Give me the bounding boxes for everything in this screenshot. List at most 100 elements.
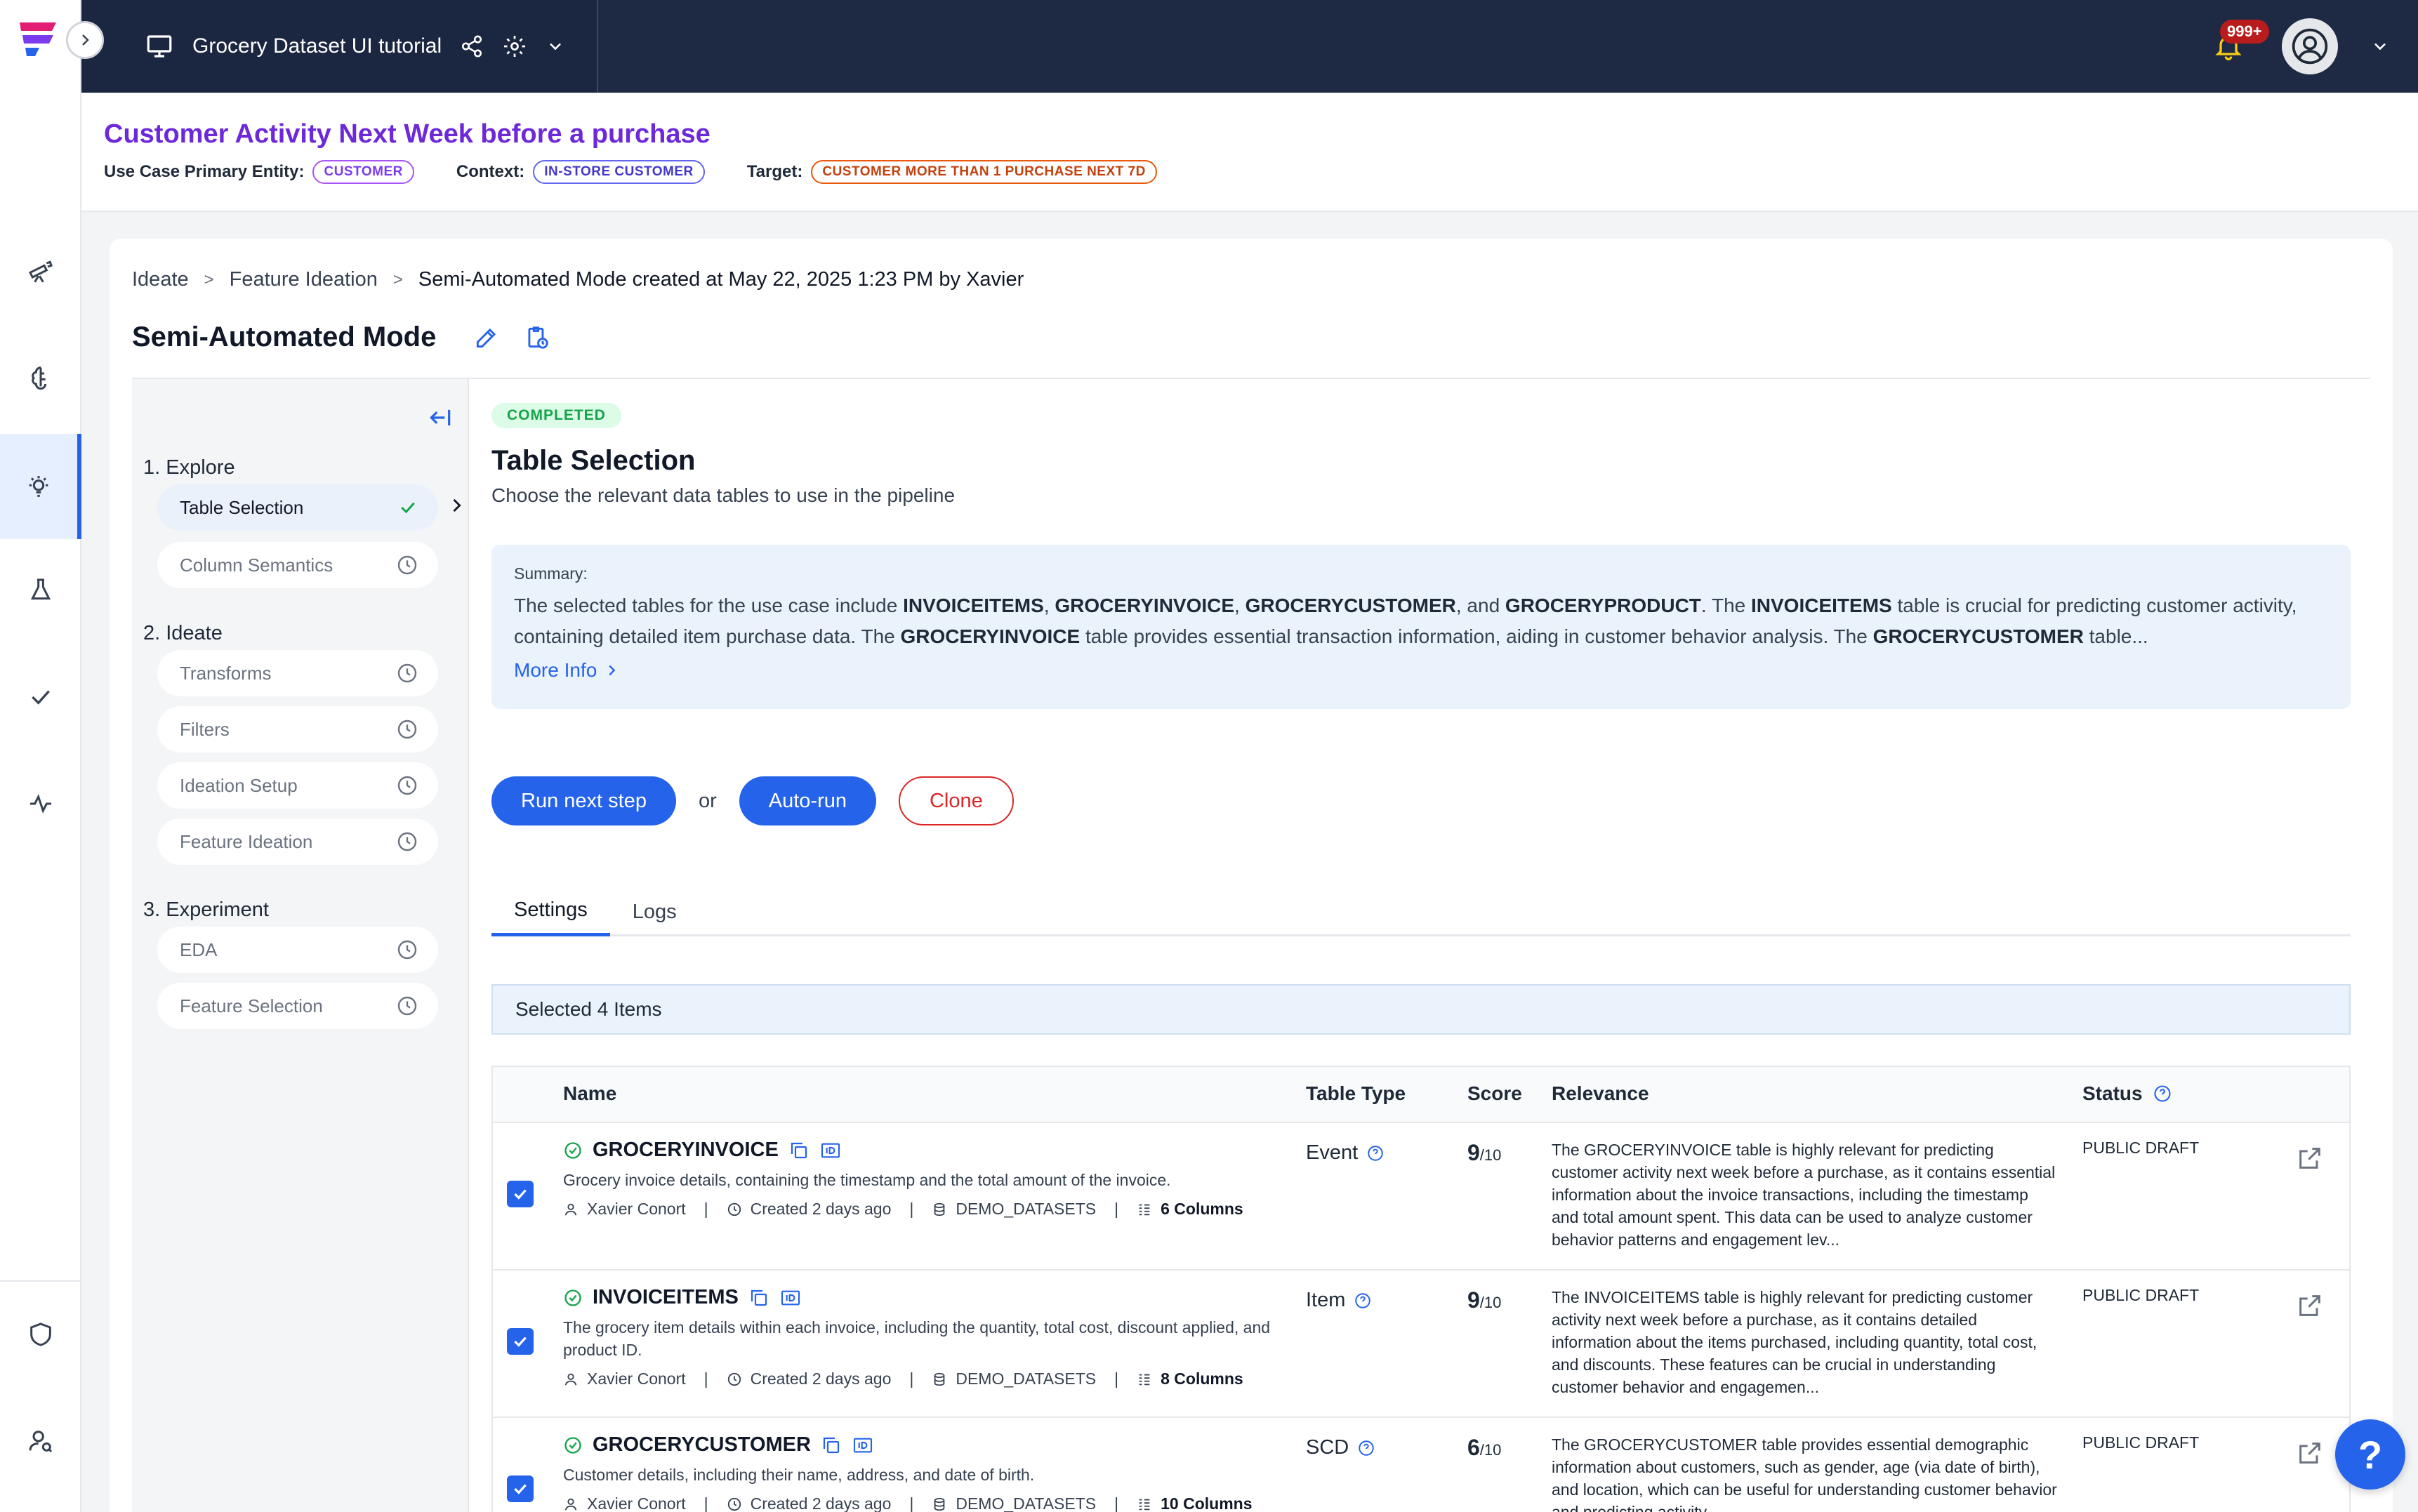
more-info-link[interactable]: More Info (514, 659, 2328, 682)
selected-items-bar: Selected 4 Items (491, 984, 2351, 1035)
shield-icon[interactable] (0, 1282, 81, 1387)
clone-button[interactable]: Clone (898, 776, 1014, 825)
brain-icon[interactable] (0, 324, 81, 430)
row-checkbox[interactable] (507, 1328, 534, 1355)
created: Created 2 days ago (750, 1494, 892, 1512)
header-status[interactable]: Status (2082, 1082, 2172, 1105)
app-logo-icon[interactable] (15, 15, 65, 65)
source: DEMO_DATASETS (956, 1494, 1097, 1512)
table-row[interactable]: GROCERYINVOICE Grocery invoice details, … (493, 1123, 2349, 1271)
relevance-text: The INVOICEITEMS table is highly relevan… (1552, 1288, 2037, 1396)
id-icon[interactable] (852, 1434, 874, 1457)
user-avatar[interactable] (2282, 18, 2338, 74)
columns-icon (1139, 1204, 1150, 1215)
column-count[interactable]: 8 Columns (1161, 1370, 1243, 1388)
telescope-icon[interactable] (0, 218, 81, 323)
copy-icon[interactable] (821, 1435, 842, 1456)
breadcrumb-feature-ideation[interactable]: Feature Ideation (230, 268, 378, 291)
notifications-button[interactable]: 999+ (2207, 20, 2269, 67)
table-name[interactable]: INVOICEITEMS (593, 1286, 739, 1309)
table-row[interactable]: INVOICEITEMS The grocery item details wi… (493, 1271, 2349, 1418)
help-circle-icon[interactable] (2153, 1084, 2172, 1103)
header-name[interactable]: Name (563, 1082, 616, 1105)
chevron-down-icon[interactable] (546, 37, 565, 56)
row-checkbox[interactable] (507, 1475, 534, 1502)
target-pill[interactable]: CUSTOMER MORE THAN 1 PURCHASE NEXT 7D (811, 160, 1157, 184)
header-relevance[interactable]: Relevance (1552, 1082, 1649, 1105)
use-case-title[interactable]: Customer Activity Next Week before a pur… (104, 119, 711, 150)
tab-logs[interactable]: Logs (610, 887, 699, 936)
check-circle-icon (564, 1289, 581, 1306)
step-eda[interactable]: EDA (157, 927, 438, 973)
pending-clock-icon (397, 663, 417, 683)
checkmark-icon[interactable] (0, 644, 81, 750)
edit-icon[interactable] (473, 324, 500, 351)
step-group-experiment: 3. Experiment (143, 898, 269, 921)
lightbulb-icon[interactable] (0, 434, 81, 539)
project-selector[interactable]: Grocery Dataset UI tutorial (81, 0, 598, 93)
user-icon (564, 1498, 577, 1511)
pending-clock-icon (397, 555, 417, 575)
column-count[interactable]: 6 Columns (1161, 1200, 1243, 1219)
step-label: Filters (180, 718, 230, 740)
share-icon[interactable] (460, 34, 484, 58)
user-icon (564, 1203, 577, 1216)
open-external-button[interactable] (2296, 1292, 2324, 1323)
database-icon (934, 1202, 945, 1216)
header-table-type[interactable]: Table Type (1306, 1082, 1406, 1105)
primary-entity-pill[interactable]: CUSTOMER (312, 160, 414, 184)
page-title: Semi-Automated Mode (132, 321, 437, 352)
gear-icon[interactable] (502, 34, 527, 59)
breadcrumb-current: Semi-Automated Mode created at May 22, 2… (418, 268, 1024, 291)
expand-sidebar-button[interactable] (66, 21, 104, 59)
step-ideation-setup[interactable]: Ideation Setup (157, 762, 438, 809)
run-next-step-button[interactable]: Run next step (491, 776, 676, 825)
project-title: Grocery Dataset UI tutorial (192, 34, 442, 58)
step-feature-ideation[interactable]: Feature Ideation (157, 818, 438, 865)
account-menu-chevron-icon[interactable] (2370, 37, 2390, 56)
step-transforms[interactable]: Transforms (157, 650, 438, 696)
step-column-semantics[interactable]: Column Semantics (157, 542, 438, 588)
owner: Xavier Conort (587, 1370, 686, 1388)
id-icon[interactable] (779, 1287, 802, 1309)
copy-icon[interactable] (788, 1140, 810, 1161)
tab-settings[interactable]: Settings (491, 887, 610, 936)
auto-run-button[interactable]: Auto-run (739, 776, 876, 825)
clipboard-clock-icon[interactable] (524, 324, 550, 351)
steps-panel: 1. Explore Table Selection Column Semant… (132, 379, 469, 1512)
column-count[interactable]: 10 Columns (1161, 1494, 1252, 1512)
breadcrumb-ideate[interactable]: Ideate (132, 268, 189, 291)
table-name[interactable]: GROCERYINVOICE (593, 1139, 779, 1162)
external-link-icon (2299, 1148, 2320, 1169)
header-score[interactable]: Score (1467, 1082, 1522, 1105)
step-feature-selection[interactable]: Feature Selection (157, 983, 438, 1029)
step-group-ideate: 2. Ideate (143, 622, 223, 644)
breadcrumb: Ideate > Feature Ideation > Semi-Automat… (132, 268, 1024, 291)
help-circle-icon[interactable] (1366, 1144, 1385, 1162)
step-table-selection[interactable]: Table Selection (157, 484, 438, 531)
status-text: PUBLIC DRAFT (2082, 1139, 2200, 1157)
open-external-button[interactable] (2296, 1439, 2324, 1471)
collapse-steps-button[interactable] (427, 404, 454, 435)
created: Created 2 days ago (750, 1200, 892, 1218)
copy-icon[interactable] (748, 1287, 769, 1308)
open-external-button[interactable] (2296, 1144, 2324, 1176)
activity-icon[interactable] (0, 751, 81, 856)
table-row[interactable]: GROCERYCUSTOMER Customer details, includ… (493, 1418, 2349, 1512)
help-circle-icon[interactable] (1354, 1292, 1372, 1310)
use-case-meta: Use Case Primary Entity: CUSTOMER Contex… (104, 160, 1157, 184)
step-group-explore: 1. Explore (143, 456, 235, 479)
collapse-left-icon (430, 409, 451, 426)
help-button[interactable]: ? (2335, 1419, 2405, 1490)
user-search-icon[interactable] (0, 1388, 81, 1494)
table-description: Customer details, including their name, … (563, 1466, 1035, 1484)
checkbox-check-icon (514, 1337, 527, 1347)
top-bar: Grocery Dataset UI tutorial 999+ (81, 0, 2418, 93)
id-icon[interactable] (819, 1139, 842, 1162)
help-circle-icon[interactable] (1357, 1439, 1375, 1457)
step-filters[interactable]: Filters (157, 706, 438, 752)
flask-icon[interactable] (0, 538, 81, 643)
row-checkbox[interactable] (507, 1181, 534, 1207)
context-pill[interactable]: IN-STORE CUSTOMER (533, 160, 705, 184)
table-name[interactable]: GROCERYCUSTOMER (593, 1433, 811, 1457)
